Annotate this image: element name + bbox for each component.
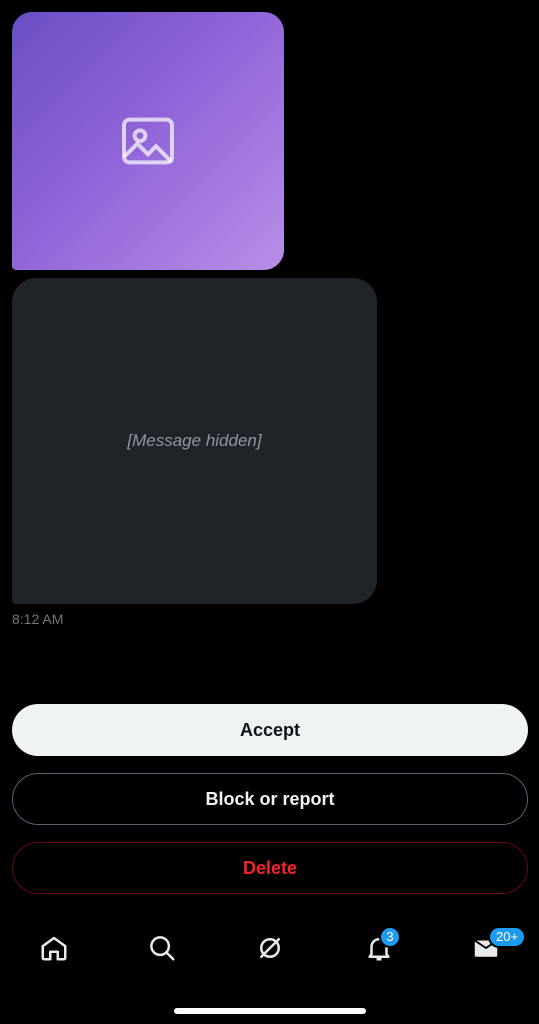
image-icon [12, 12, 284, 270]
nav-messages[interactable]: 20+ [466, 926, 527, 968]
nav-notifications[interactable]: 3 [359, 926, 401, 968]
search-icon [150, 936, 175, 961]
message-image[interactable] [12, 12, 284, 270]
message-bubble: [Message hidden] [12, 278, 377, 604]
nav-search[interactable] [142, 928, 182, 968]
hidden-message-notice: [Message hidden] [127, 431, 262, 450]
delete-button[interactable]: Delete [12, 842, 528, 894]
accept-button[interactable]: Accept [12, 704, 528, 756]
grok-icon [260, 938, 280, 958]
nav-home[interactable] [34, 928, 74, 968]
bottom-nav: 3 20+ [0, 920, 539, 976]
notifications-badge: 3 [379, 926, 401, 948]
home-indicator [174, 1008, 366, 1014]
message-timestamp: 8:12 AM [12, 611, 64, 627]
block-or-report-button[interactable]: Block or report [12, 773, 528, 825]
messages-badge: 20+ [488, 926, 527, 948]
nav-grok[interactable] [250, 928, 290, 968]
home-icon [41, 936, 67, 961]
